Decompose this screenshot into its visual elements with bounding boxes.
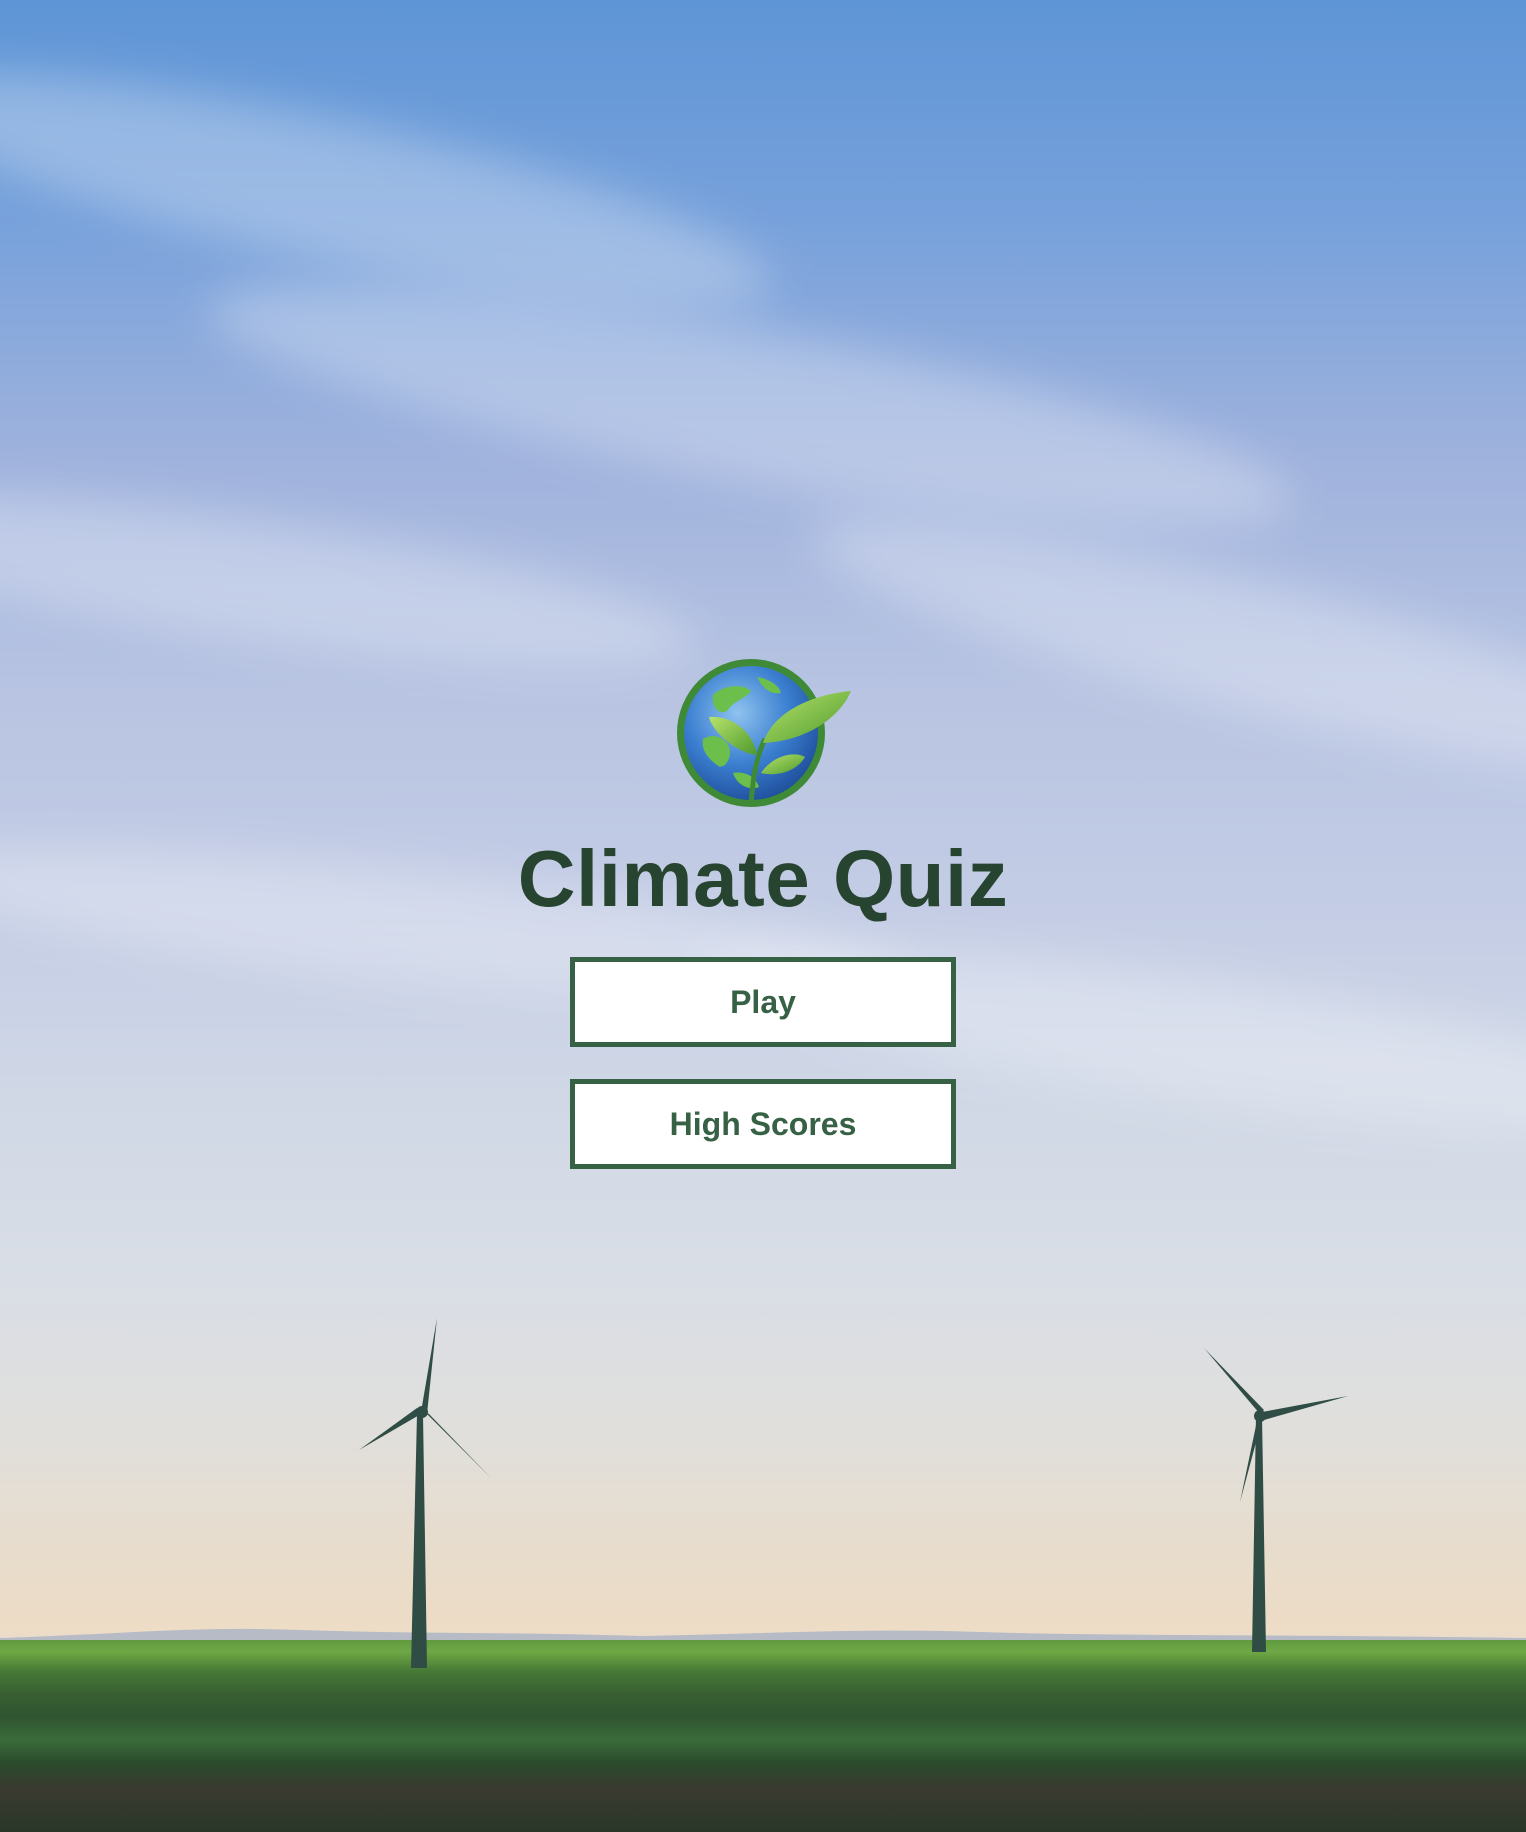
start-menu: Climate Quiz Play High Scores [0,655,1526,1169]
wind-turbine-icon [1204,1348,1348,1652]
page-title: Climate Quiz [517,834,1009,923]
wind-turbine-icon [359,1318,491,1668]
field [0,1640,1526,1832]
play-button[interactable]: Play [570,957,956,1047]
high-scores-button[interactable]: High Scores [570,1079,956,1169]
play-button-label: Play [730,983,796,1020]
high-scores-button-label: High Scores [669,1105,857,1142]
globe-leaf-icon [677,659,851,807]
background-scene: Climate Quiz Play High Scores [0,0,1526,1832]
